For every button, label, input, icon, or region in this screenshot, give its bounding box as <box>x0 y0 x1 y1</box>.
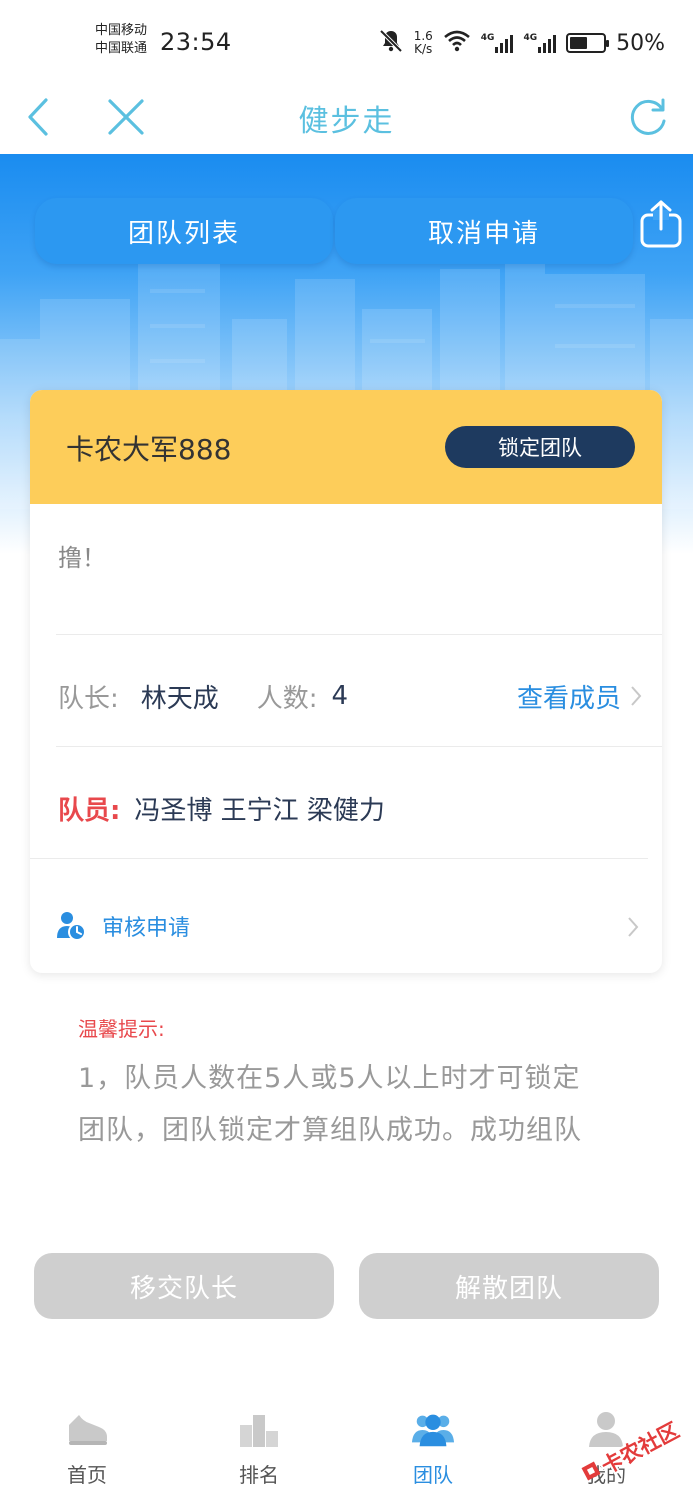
tips-title: 温馨提示: <box>78 1017 165 1041</box>
members-label: 队员: <box>58 795 121 826</box>
signal-icon <box>495 33 514 53</box>
disband-team-button[interactable]: 解散团队 <box>359 1253 659 1319</box>
refresh-button[interactable] <box>624 92 674 142</box>
divider <box>56 634 662 635</box>
team-card: 卡农大军888 锁定团队 撸！ 队长: 林天成 人数: 4 查看成员 队员: 冯… <box>30 390 662 973</box>
divider <box>56 746 662 747</box>
carrier-labels: 中国移动 中国联通 <box>95 22 147 58</box>
page-title: 健步走 <box>298 104 395 139</box>
share-icon <box>640 200 682 248</box>
tab-team-list[interactable]: 团队列表 <box>35 198 333 264</box>
view-members-label: 查看成员 <box>517 683 622 714</box>
watermark-text: 卡农社区 <box>598 1418 683 1479</box>
lock-team-button[interactable]: 锁定团队 <box>445 426 635 468</box>
tab-team-list-label: 团队列表 <box>127 218 240 249</box>
team-name: 卡农大军888 <box>66 433 232 466</box>
mute-icon <box>378 28 404 58</box>
podium-icon <box>240 1414 278 1447</box>
tab-cancel-application[interactable]: 取消申请 <box>335 198 633 264</box>
sim1-signal: 4G <box>481 33 514 53</box>
divider <box>30 858 648 859</box>
team-card-header: 卡农大军888 锁定团队 <box>30 390 662 504</box>
signal-icon <box>538 33 557 53</box>
team-slogan: 撸！ <box>58 544 106 572</box>
shoe-icon <box>69 1414 107 1445</box>
share-button[interactable] <box>638 198 684 250</box>
net-speed: 1.6 K/s <box>414 30 433 56</box>
review-applications-label: 审核申请 <box>102 916 191 941</box>
tab-team[interactable]: 团队 <box>373 1408 493 1488</box>
members-list: 冯圣博 王宁江 梁健力 <box>134 795 385 826</box>
refresh-icon <box>630 98 666 135</box>
tips-body: 1，队员人数在5人或5人以上时才可锁定 团队，团队锁定才算组队成功。成功组队 <box>78 1053 638 1157</box>
tips-line-1: 1，队员人数在5人或5人以上时才可锁定 <box>78 1063 581 1094</box>
view-members-link[interactable]: 查看成员 <box>517 678 645 714</box>
member-count-value: 4 <box>331 681 349 711</box>
battery-icon <box>566 33 610 53</box>
wifi-icon <box>443 30 471 56</box>
tab-cancel-application-label: 取消申请 <box>427 218 540 249</box>
clock: 23:54 <box>160 28 232 56</box>
carrier-1: 中国移动 <box>95 23 148 38</box>
tab-ranking-label: 排名 <box>239 1463 279 1487</box>
sim1-type: 4G <box>480 33 495 43</box>
nav-bar: 健步走 <box>0 80 693 154</box>
leader-label: 队长: <box>58 683 119 714</box>
tips-line-2: 团队，团队锁定才算组队成功。成功组队 <box>78 1115 582 1146</box>
transfer-leader-button[interactable]: 移交队长 <box>34 1253 334 1319</box>
chevron-right-icon <box>631 686 642 706</box>
sim2-signal: 4G <box>523 33 557 53</box>
battery-percent: 50% <box>616 30 665 56</box>
team-icon <box>411 1414 455 1446</box>
carrier-2: 中国联通 <box>95 41 148 56</box>
sim2-type: 4G <box>523 33 538 43</box>
tab-team-label: 团队 <box>413 1463 453 1487</box>
review-applications-row[interactable]: 审核申请 <box>56 902 646 950</box>
member-count-label: 人数: <box>256 683 318 714</box>
tab-home[interactable]: 首页 <box>27 1408 147 1488</box>
tab-home-label: 首页 <box>67 1463 107 1487</box>
watermark-logo-icon <box>581 1461 601 1481</box>
status-icons: 1.6 K/s 4G 4G 50% <box>378 26 665 60</box>
user-clock-icon <box>57 912 86 941</box>
leader-name: 林天成 <box>140 683 219 714</box>
members-row: 队员: 冯圣博 王宁江 梁健力 <box>58 790 385 826</box>
net-speed-unit: K/s <box>414 42 433 56</box>
tab-ranking[interactable]: 排名 <box>199 1408 319 1488</box>
status-bar: 中国移动 中国联通 23:54 1.6 K/s 4G 4G 50% <box>0 0 693 80</box>
chevron-right-icon <box>628 917 639 937</box>
community-watermark: 卡农社区 卡农社区 <box>580 1412 690 1486</box>
